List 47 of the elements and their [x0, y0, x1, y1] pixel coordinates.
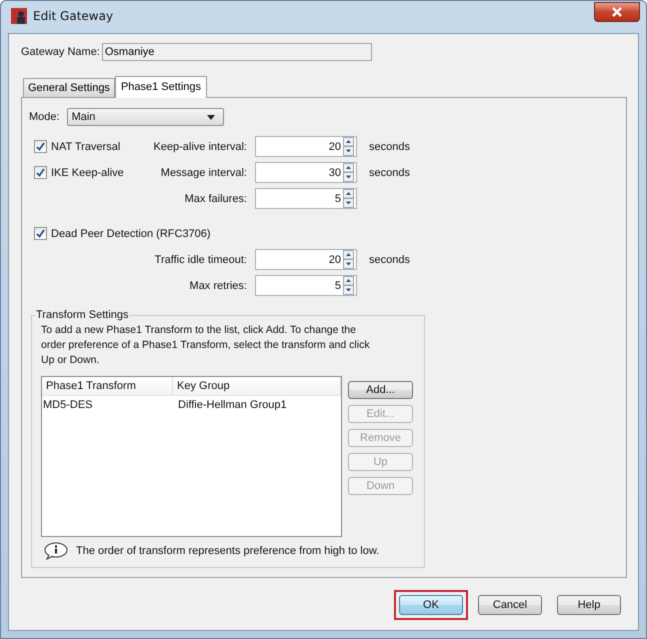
spinner-arrows-icon — [343, 250, 354, 269]
gateway-name-field[interactable]: Osmaniye — [102, 43, 372, 61]
field-label: Max failures: — [184, 192, 248, 204]
spinner-arrows-icon — [343, 163, 354, 182]
description-text: To add a new Phase1 Transform to the list, click Add. To change the order preference of a Phase1 Transform, select the transform and click Up or Down. — [41, 323, 371, 368]
dialog-button[interactable]: OK — [399, 595, 463, 615]
column-header[interactable]: Phase1 Transform — [42, 377, 173, 395]
unit-label: seconds — [368, 254, 411, 266]
checkbox[interactable]: NAT Traversal — [34, 140, 150, 153]
table-cell-text: Diffie-Hellman Group1 — [177, 398, 288, 413]
field-label: Mode: — [29, 111, 60, 123]
dialog-button[interactable]: Help — [557, 595, 621, 615]
spinner-arrows-icon — [343, 189, 354, 208]
window-title: Edit Gateway — [33, 9, 114, 23]
field-label: Message interval: — [160, 166, 248, 178]
spinner-arrows-icon — [343, 137, 354, 156]
number-spinner[interactable]: 5 — [255, 188, 357, 209]
check-icon — [36, 229, 45, 238]
group-title: Transform Settings — [35, 309, 130, 321]
close-icon — [611, 7, 623, 17]
close-button[interactable] — [594, 2, 640, 22]
mode-dropdown[interactable]: Main — [66, 108, 224, 126]
field-label: Max retries: — [188, 280, 248, 292]
dialog-button[interactable]: Cancel — [478, 595, 542, 615]
tab[interactable]: General Settings — [23, 78, 115, 97]
number-spinner[interactable]: 30 — [255, 162, 357, 183]
checkbox[interactable]: IKE Keep-alive — [34, 166, 150, 179]
spinner-arrows-icon — [343, 276, 354, 295]
number-spinner[interactable]: 5 — [255, 275, 357, 296]
table-cell-text: MD5-DES — [42, 398, 94, 413]
field-label: Gateway Name: — [21, 46, 100, 58]
tab[interactable]: Phase1 Settings — [114, 76, 208, 98]
check-icon — [36, 142, 45, 151]
app-icon — [11, 8, 27, 24]
info-text: The order of transform represents preference from high to low. — [76, 545, 380, 557]
side-button[interactable]: Add... — [348, 381, 413, 399]
number-spinner[interactable]: 20 — [255, 136, 357, 157]
column-header[interactable]: Key Group — [173, 377, 341, 395]
unit-label: seconds — [368, 166, 411, 178]
caret-icon — [206, 114, 215, 120]
checkbox[interactable]: Dead Peer Detection (RFC3706) — [34, 227, 618, 240]
unit-label: seconds — [368, 140, 411, 152]
number-spinner[interactable]: 20 — [255, 249, 357, 270]
field-label: Keep-alive interval: — [152, 140, 248, 152]
check-icon — [36, 168, 45, 177]
info-icon — [44, 542, 68, 560]
field-label: Traffic idle timeout: — [154, 254, 248, 266]
